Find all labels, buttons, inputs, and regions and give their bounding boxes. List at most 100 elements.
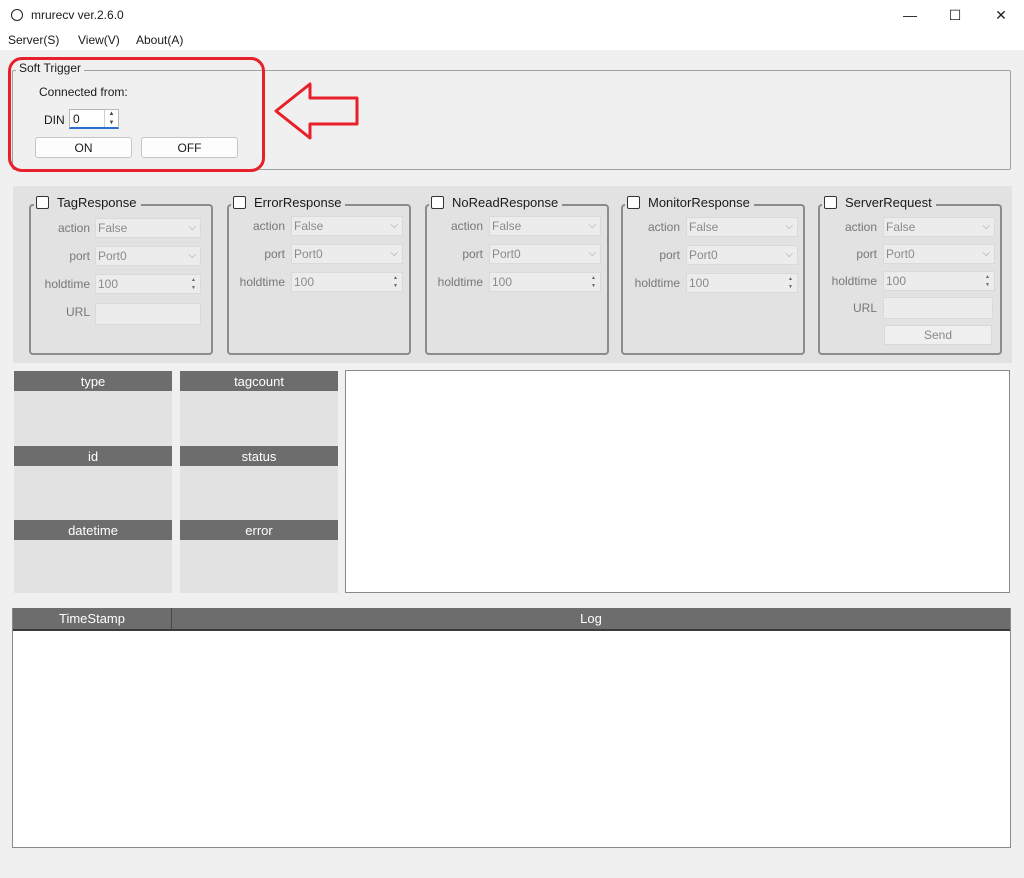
holdtime-label: holdtime [831,274,877,288]
id-header: id [14,446,172,466]
chevron-down-icon: ⌵ [390,220,398,231]
maximize-icon[interactable]: ☐ [932,0,978,30]
port-label: port [462,247,483,261]
noread-response-checkbox[interactable] [431,196,444,209]
noread-action-value: False [492,219,522,233]
highlight-box [8,57,265,172]
noread-holdtime-value: 100 [492,275,513,289]
tag-action-select[interactable]: False ⌵ [95,218,201,238]
tag-action-value: False [98,221,128,235]
holdtime-label: holdtime [634,276,680,290]
error-response-title: ErrorResponse [231,195,346,210]
error-port-select[interactable]: Port0 ⌵ [291,244,403,264]
tag-response-checkbox[interactable] [36,196,49,209]
noread-holdtime-spinner[interactable]: 100 ▲ ▼ [489,272,601,292]
server-request-title: ServerRequest [822,195,936,210]
menu-about[interactable]: About(A) [136,33,183,47]
menu-view[interactable]: View(V) [78,33,120,47]
close-icon[interactable]: ✕ [978,0,1024,30]
tag-holdtime-value: 100 [98,277,119,291]
info-panel-left [14,371,172,593]
spin-arrows-icon[interactable]: ▲ ▼ [588,274,599,290]
error-response-label: ErrorResponse [254,195,342,210]
raw-data-textbox[interactable] [345,370,1010,593]
status-header: status [180,446,338,466]
spin-arrows-icon[interactable]: ▲ ▼ [390,274,401,290]
noread-response-label: NoReadResponse [452,195,559,210]
server-action-select[interactable]: False ⌵ [883,217,995,237]
server-port-select[interactable]: Port0 ⌵ [883,244,995,264]
log-header-divider [13,629,1010,631]
server-holdtime-spinner[interactable]: 100 ▲ ▼ [883,271,995,291]
monitor-response-checkbox[interactable] [627,196,640,209]
send-button[interactable]: Send [884,325,992,345]
server-request-checkbox[interactable] [824,196,837,209]
server-request-label: ServerRequest [845,195,932,210]
tag-url-input[interactable] [95,303,201,325]
chevron-down-icon: ⌵ [785,249,793,260]
title-bar [0,0,1024,30]
error-action-value: False [294,219,324,233]
port-label: port [659,248,680,262]
monitor-response-label: MonitorResponse [648,195,750,210]
timestamp-column-header[interactable]: TimeStamp [13,608,172,629]
error-holdtime-value: 100 [294,275,315,289]
port-label: port [264,247,285,261]
chevron-down-icon: ⌵ [188,250,196,261]
tag-port-value: Port0 [98,249,127,263]
chevron-down-icon: ⌵ [785,221,793,232]
noread-response-title: NoReadResponse [429,195,563,210]
monitor-port-select[interactable]: Port0 ⌵ [686,245,798,265]
menu-server[interactable]: Server(S) [8,33,59,47]
minimize-icon[interactable]: — [887,0,933,30]
url-label: URL [65,305,90,319]
error-action-select[interactable]: False ⌵ [291,216,403,236]
action-label: action [252,219,285,233]
port-label: port [69,249,90,263]
port-label: port [856,247,877,261]
tag-response-title: TagResponse [34,195,141,210]
error-header: error [180,520,338,540]
window-title: mrurecv ver.2.6.0 [31,8,124,22]
server-holdtime-value: 100 [886,274,907,288]
chevron-down-icon: ⌵ [982,248,990,259]
spin-arrows-icon[interactable]: ▲ ▼ [982,273,993,289]
action-label: action [450,219,483,233]
action-label: action [647,220,680,234]
noread-port-select[interactable]: Port0 ⌵ [489,244,601,264]
tag-port-select[interactable]: Port0 ⌵ [95,246,201,266]
noread-port-value: Port0 [492,247,521,261]
log-column-header[interactable]: Log [172,608,1010,629]
chevron-down-icon: ⌵ [588,248,596,259]
spin-arrows-icon[interactable]: ▲ ▼ [785,275,796,291]
type-header: type [14,371,172,391]
action-label: action [57,221,90,235]
tag-response-label: TagResponse [57,195,137,210]
tagcount-header: tagcount [180,371,338,391]
holdtime-label: holdtime [437,275,483,289]
action-label: action [844,220,877,234]
server-action-value: False [886,220,916,234]
tag-holdtime-spinner[interactable]: 100 ▲ ▼ [95,274,201,294]
monitor-action-select[interactable]: False ⌵ [686,217,798,237]
app-icon [11,9,23,21]
chevron-down-icon: ⌵ [390,248,398,259]
left-arrow-icon [274,82,359,140]
spin-arrows-icon[interactable]: ▲ ▼ [188,276,199,292]
url-label: URL [852,301,877,315]
chevron-down-icon: ⌵ [188,222,196,233]
server-url-input[interactable] [883,297,993,319]
datetime-header: datetime [14,520,172,540]
holdtime-label: holdtime [239,275,285,289]
error-port-value: Port0 [294,247,323,261]
monitor-action-value: False [689,220,719,234]
info-panel-right [180,371,338,593]
monitor-holdtime-value: 100 [689,276,710,290]
log-table[interactable] [12,608,1011,848]
monitor-holdtime-spinner[interactable]: 100 ▲ ▼ [686,273,798,293]
chevron-down-icon: ⌵ [588,220,596,231]
monitor-response-title: MonitorResponse [625,195,754,210]
error-response-checkbox[interactable] [233,196,246,209]
noread-action-select[interactable]: False ⌵ [489,216,601,236]
error-holdtime-spinner[interactable]: 100 ▲ ▼ [291,272,403,292]
